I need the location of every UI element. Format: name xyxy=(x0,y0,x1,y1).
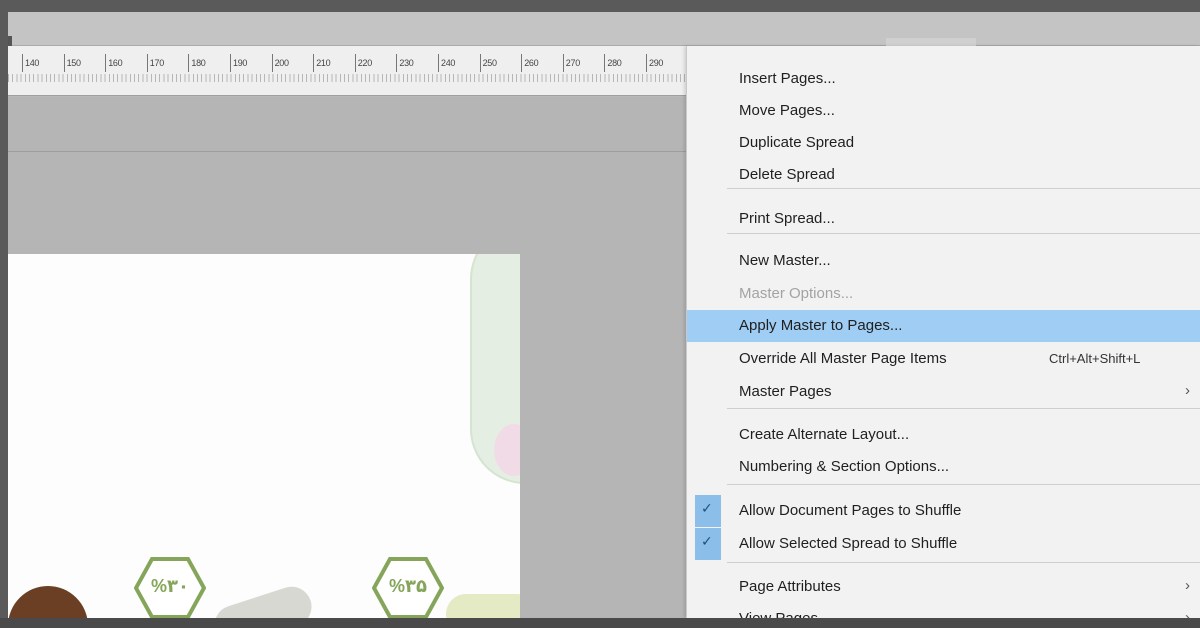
ruler-major-tick xyxy=(646,54,647,72)
ruler-tick-label: 180 xyxy=(191,58,206,68)
ruler-tick-label: 270 xyxy=(565,58,580,68)
ruler-major-tick xyxy=(438,54,439,72)
ruler-major-tick xyxy=(521,54,523,72)
horizontal-ruler[interactable]: 140 150 160 170 180 190 200 210 220 230 240 250 260 2… xyxy=(8,46,694,96)
status-bar xyxy=(0,618,1200,628)
menu-item-insert-pages[interactable]: Insert Pages... xyxy=(687,63,1200,95)
menu-separator xyxy=(727,484,1200,485)
menu-item-label: Create Alternate Layout... xyxy=(739,426,910,443)
menu-item-label: Insert Pages... xyxy=(739,70,836,87)
menu-item-label: Master Options... xyxy=(739,285,854,302)
menu-item-numbering-section-options[interactable]: Numbering & Section Options... xyxy=(687,451,1200,483)
menu-item-new-master[interactable]: New Master... xyxy=(687,245,1200,277)
ruler-tick-label: 260 xyxy=(524,58,539,68)
ruler-major-tick xyxy=(63,54,65,72)
menu-separator xyxy=(727,408,1200,409)
badge-1-text: %۳۰ xyxy=(151,576,189,596)
ruler-tick-label: 210 xyxy=(316,58,331,68)
check-column: ✓ xyxy=(695,528,721,560)
ruler-tick-label: 250 xyxy=(482,58,497,68)
menu-item-master-options: Master Options... xyxy=(687,278,1200,310)
menu-item-label: Allow Document Pages to Shuffle xyxy=(739,502,962,519)
menu-item-label: Apply Master to Pages... xyxy=(739,317,903,334)
ruler-tick-label: 150 xyxy=(66,58,81,68)
ruler-major-tick xyxy=(146,54,148,72)
ruler-major-tick xyxy=(479,54,481,72)
ruler-major-tick xyxy=(396,54,398,72)
ruler-major-tick xyxy=(230,54,231,72)
menu-separator xyxy=(727,562,1200,563)
ruler-tick-label: 190 xyxy=(233,58,248,68)
menu-item-apply-master-to-pages[interactable]: Apply Master to Pages... xyxy=(687,310,1200,342)
menu-item-label: New Master... xyxy=(739,252,831,269)
product-image xyxy=(446,594,520,618)
panel-top-strip xyxy=(8,12,1200,46)
submenu-arrow-icon: › xyxy=(1185,577,1190,594)
menu-item-allow-document-pages-to-shuffle[interactable]: ✓ Allow Document Pages to Shuffle xyxy=(687,495,1200,527)
ruler-major-tick xyxy=(271,54,273,72)
ruler-tick-label: 170 xyxy=(149,58,164,68)
menu-item-view-pages[interactable]: View Pages › xyxy=(687,603,1200,618)
ruler-minor-ticks xyxy=(8,74,694,82)
checkmark-icon: ✓ xyxy=(701,533,713,549)
ruler-major-tick xyxy=(562,54,564,72)
ruler-tick-label: 240 xyxy=(441,58,456,68)
menu-item-move-pages[interactable]: Move Pages... xyxy=(687,95,1200,127)
ruler-tick-label: 160 xyxy=(108,58,123,68)
ruler-major-tick xyxy=(354,54,356,72)
panel-tab[interactable] xyxy=(886,38,976,46)
ruler-tick-label: 290 xyxy=(649,58,664,68)
product-image xyxy=(8,586,88,618)
menu-item-label: Page Attributes xyxy=(739,578,841,595)
ruler-major-tick xyxy=(313,54,315,72)
menu-item-label: Duplicate Spread xyxy=(739,134,855,151)
ruler-tick-label: 200 xyxy=(274,58,289,68)
menu-item-delete-spread[interactable]: Delete Spread xyxy=(687,159,1200,191)
checkmark-icon: ✓ xyxy=(701,500,713,516)
menu-item-label: Numbering & Section Options... xyxy=(739,458,950,475)
submenu-arrow-icon: › xyxy=(1185,609,1190,618)
ruler-guide[interactable] xyxy=(8,151,694,152)
menu-item-allow-selected-spread-to-shuffle[interactable]: ✓ Allow Selected Spread to Shuffle xyxy=(687,528,1200,560)
check-column: ✓ xyxy=(695,495,721,527)
menu-item-shortcut: Ctrl+Alt+Shift+L xyxy=(1049,351,1141,366)
pages-panel-context-menu: Insert Pages... Move Pages... Duplicate Sp… xyxy=(686,46,1200,618)
ruler-major-tick xyxy=(604,54,606,72)
pasteboard[interactable]: %۳۰ %۳۵ xyxy=(8,97,694,618)
indesign-workspace: 140 150 160 170 180 190 200 210 220 230 240 250 260 2… xyxy=(8,12,1200,618)
ruler-tick-label: 220 xyxy=(357,58,372,68)
submenu-arrow-icon: › xyxy=(1185,382,1190,399)
menu-item-print-spread[interactable]: Print Spread... xyxy=(687,203,1200,235)
menu-item-label: Delete Spread xyxy=(739,166,835,183)
menu-item-duplicate-spread[interactable]: Duplicate Spread xyxy=(687,127,1200,159)
badge-2-text: %۳۵ xyxy=(389,576,427,596)
ruler-major-tick xyxy=(188,54,190,72)
menu-item-label: View Pages xyxy=(739,610,818,618)
discount-badge-1: %۳۰ xyxy=(133,556,207,618)
panel-grip-icon[interactable] xyxy=(8,36,12,46)
menu-item-page-attributes[interactable]: Page Attributes › xyxy=(687,571,1200,603)
menu-item-label: Allow Selected Spread to Shuffle xyxy=(739,535,958,552)
menu-item-label: Master Pages xyxy=(739,383,832,400)
ruler-tick-label: 140 xyxy=(25,58,40,68)
ruler-tick-label: 230 xyxy=(399,58,414,68)
discount-badge-2: %۳۵ xyxy=(371,556,445,618)
menu-item-master-pages[interactable]: Master Pages › xyxy=(687,376,1200,408)
menu-item-label: Move Pages... xyxy=(739,102,835,119)
ruler-tick-label: 280 xyxy=(607,58,622,68)
menu-item-override-all-master-page-items[interactable]: Override All Master Page Items Ctrl+Alt+S… xyxy=(687,343,1200,375)
product-image xyxy=(209,581,317,618)
ruler-major-tick xyxy=(105,54,107,72)
menu-item-create-alternate-layout[interactable]: Create Alternate Layout... xyxy=(687,419,1200,451)
document-page[interactable]: %۳۰ %۳۵ xyxy=(8,254,520,618)
menu-item-label: Print Spread... xyxy=(739,210,835,227)
ruler-major-tick xyxy=(22,54,23,72)
menu-item-label: Override All Master Page Items xyxy=(739,350,947,367)
